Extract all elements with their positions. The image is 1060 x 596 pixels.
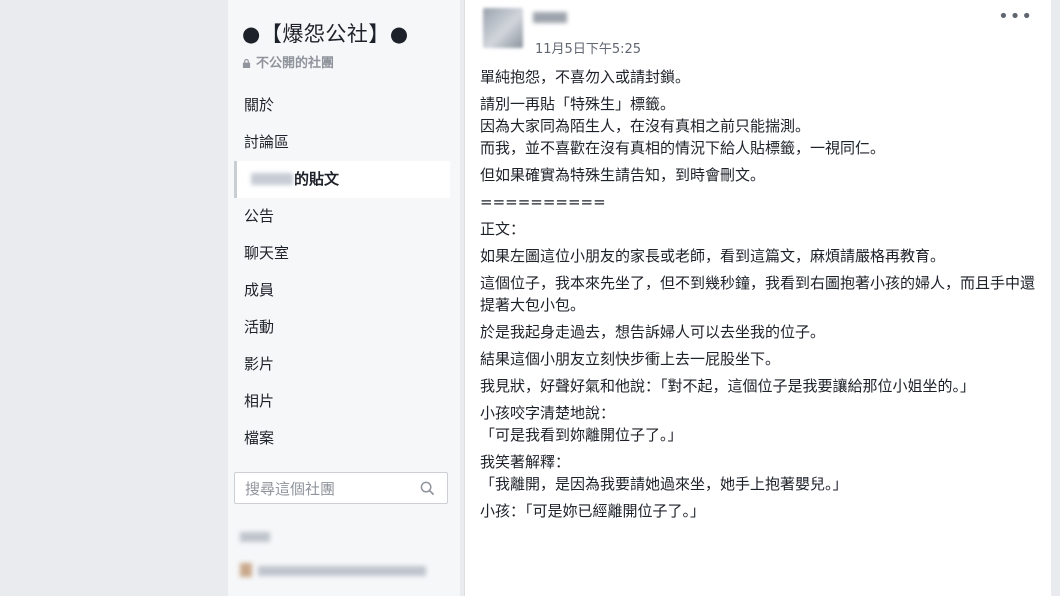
post-timestamp[interactable]: 11月5日下午5:25: [535, 38, 641, 57]
post-paragraph: 結果這個小朋友立刻快步衝上去一屁股坐下。: [480, 350, 781, 368]
sidebar-item-label: 成員: [244, 281, 275, 299]
sidebar-item-discussion[interactable]: 討論區: [234, 124, 450, 161]
redacted-name: [251, 172, 293, 185]
sidebar-item-label: 相片: [244, 392, 275, 410]
sidebar-item-about[interactable]: 關於: [234, 87, 450, 124]
post-paragraph: 如果左圖這位小朋友的家長或老師，看到這篇文，麻煩請嚴格再教育。: [480, 247, 946, 265]
sidebar-item-events[interactable]: 活動: [234, 309, 450, 346]
sidebar-item-label: 關於: [244, 96, 275, 114]
redacted-sidebar-text: [240, 532, 270, 542]
privacy-label: 不公開的社團: [256, 56, 335, 71]
post-paragraph: 單純抱怨，不喜勿入或請封鎖。: [480, 68, 691, 86]
lock-icon: [242, 59, 251, 68]
post-body: 單純抱怨，不喜勿入或請封鎖。 請別一再貼「特殊生」標籤。 因為大家同為陌生人，在…: [480, 66, 1040, 527]
sidebar-item-files[interactable]: 檔案: [234, 420, 450, 457]
sidebar-item-my-posts[interactable]: 的貼文: [234, 161, 450, 198]
sidebar-item-label: 討論區: [244, 133, 290, 151]
page-background-right: [1051, 0, 1060, 596]
post-paragraph: ==========: [480, 193, 606, 211]
sidebar-item-chat[interactable]: 聊天室: [234, 235, 450, 272]
post-paragraph: 請別一再貼「特殊生」標籤。 因為大家同為陌生人，在沒有真相之前只能揣測。 而我，…: [480, 95, 886, 157]
redacted-author-name[interactable]: [533, 12, 567, 23]
post-paragraph: 正文：: [480, 220, 526, 238]
sidebar-item-label: 檔案: [244, 429, 275, 447]
post-paragraph: 我見狀，好聲好氣和他說：「對不起，這個位子是我要讓給那位小姐坐的。」: [480, 377, 976, 395]
redacted-sidebar-link: [258, 566, 426, 576]
sidebar-item-label: 影片: [244, 355, 275, 373]
post-paragraph: 但如果確實為特殊生請告知，到時會刪文。: [480, 166, 766, 184]
post-paragraph: 這個位子，我本來先坐了，但不到幾秒鐘，我看到右圖抱著小孩的婦人，而且手中還提著大…: [480, 274, 1036, 314]
group-search-input[interactable]: [235, 473, 417, 505]
sidebar-item-announcements[interactable]: 公告: [234, 198, 450, 235]
sidebar-item-label: 聊天室: [244, 244, 290, 262]
redacted-sidebar-avatar: [240, 563, 252, 577]
post-paragraph: 於是我起身走過去，想告訴婦人可以去坐我的位子。: [480, 323, 826, 341]
group-title[interactable]: ●【爆怨公社】●: [242, 18, 409, 48]
sidebar-item-photos[interactable]: 相片: [234, 383, 450, 420]
author-avatar[interactable]: [483, 8, 523, 48]
post-paragraph: 小孩：「可是妳已經離開位子了。」: [480, 502, 706, 520]
page-background-left: [0, 0, 220, 596]
sidebar-item-members[interactable]: 成員: [234, 272, 450, 309]
post-paragraph: 我笑著解釋： 「我離開，是因為我要請她過來坐，她手上抱著嬰兒。」: [480, 453, 848, 493]
sidebar-item-label: 公告: [244, 207, 275, 225]
post-card: 11月5日下午5:25 ••• 單純抱怨，不喜勿入或請封鎖。 請別一再貼「特殊生…: [464, 0, 1052, 596]
group-privacy: 不公開的社團: [242, 52, 334, 71]
group-sidebar: ●【爆怨公社】● 不公開的社團 關於 討論區 的貼文 公告 聊天室 成員 活動 …: [228, 0, 460, 596]
sidebar-nav: 關於 討論區 的貼文 公告 聊天室 成員 活動 影片 相片 檔案: [234, 87, 450, 457]
post-paragraph: 小孩咬字清楚地說： 「可是我看到妳離開位子了。」: [480, 404, 683, 444]
sidebar-item-label: 活動: [244, 318, 275, 336]
more-options-button[interactable]: •••: [998, 6, 1033, 27]
group-search-box[interactable]: [234, 472, 448, 505]
search-icon[interactable]: [420, 481, 435, 496]
sidebar-item-label: 的貼文: [294, 170, 340, 188]
sidebar-item-videos[interactable]: 影片: [234, 346, 450, 383]
